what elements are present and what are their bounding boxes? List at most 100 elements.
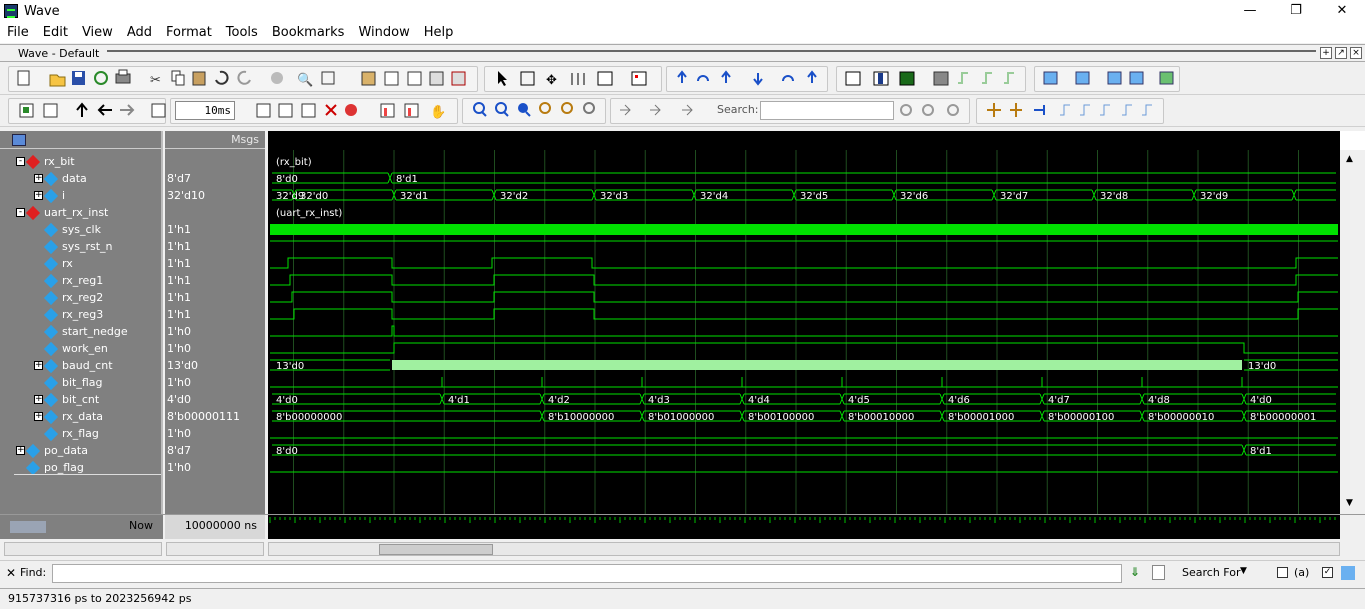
signal-row-rx-reg3[interactable]: rx_reg3 (0, 306, 161, 323)
run-all-icon[interactable] (301, 103, 316, 118)
drag-grip[interactable] (107, 50, 1316, 56)
menu-file[interactable]: File (0, 25, 36, 40)
compile-all-icon[interactable] (407, 71, 422, 86)
cursor-tool-1-icon[interactable] (1060, 104, 1070, 116)
cursor-tool-4-icon[interactable] (1122, 104, 1132, 116)
find-last-icon[interactable] (807, 70, 817, 83)
wave-format-2-icon[interactable] (873, 71, 889, 86)
wave-format-4-icon[interactable] (933, 71, 949, 86)
search-prev-icon[interactable] (900, 104, 912, 116)
search-input[interactable] (760, 101, 894, 120)
menu-format[interactable]: Format (159, 25, 219, 40)
menu-bookmarks[interactable]: Bookmarks (265, 25, 352, 40)
reload-icon[interactable] (94, 71, 108, 85)
expand-icon[interactable]: + (16, 446, 25, 455)
dock-icon[interactable]: + (1320, 47, 1332, 59)
maximize-button[interactable]: ❐ (1273, 0, 1319, 22)
break-sim-icon[interactable] (325, 104, 337, 116)
restart-icon[interactable] (429, 71, 444, 86)
step-into-icon[interactable] (380, 103, 395, 118)
zoom-in-icon[interactable] (473, 102, 487, 117)
search-next-icon[interactable] (922, 104, 934, 116)
signal-row-data[interactable]: + data (0, 170, 161, 187)
print-icon[interactable] (115, 69, 131, 84)
find-icon[interactable]: 🔍 (297, 71, 313, 88)
wave-hscroll[interactable] (268, 542, 1340, 556)
zoom-range-icon[interactable] (561, 102, 573, 114)
bookmark-edit-icon[interactable] (1107, 71, 1122, 85)
search-for-dropdown[interactable]: Search For (1182, 566, 1240, 579)
zoom-mode-icon[interactable] (520, 71, 535, 86)
run-length-icon[interactable] (151, 103, 166, 118)
compile-icon[interactable] (361, 71, 376, 86)
zoom-full-icon[interactable] (518, 103, 531, 117)
edit-mode-icon[interactable] (571, 73, 585, 85)
break-icon[interactable] (271, 72, 283, 84)
minimize-button[interactable]: — (1227, 0, 1273, 22)
signal-row-rx-data[interactable]: + rx_data (0, 408, 161, 425)
step-over-icon[interactable] (404, 103, 419, 118)
bookmark-goto-icon[interactable] (1159, 71, 1174, 85)
expand-icon[interactable]: + (34, 361, 43, 370)
find-options-icon[interactable] (1152, 565, 1165, 580)
signal-row-rx[interactable]: rx (0, 255, 161, 272)
signal-row-start-nedge[interactable]: start_nedge (0, 323, 161, 340)
wave-format-7-icon[interactable] (1004, 72, 1014, 84)
new-icon[interactable] (17, 70, 30, 86)
search-for-arrow-icon[interactable]: ▼ (1240, 566, 1247, 576)
zoom-last-icon[interactable] (583, 102, 595, 114)
bookmark-manage-icon[interactable] (1129, 71, 1144, 85)
find-down-icon[interactable]: ⇓ (1130, 565, 1140, 579)
stop-icon[interactable] (345, 104, 357, 116)
wave-hscroll-thumb[interactable] (379, 544, 493, 555)
find-scope-icon[interactable] (1341, 566, 1355, 580)
zoom-out-icon[interactable] (495, 102, 509, 117)
find-prev-icon[interactable] (753, 73, 763, 86)
signal-row-i[interactable]: + i (0, 187, 161, 204)
forward-arrow-icon[interactable] (120, 104, 135, 116)
signal-values-pane[interactable]: Msgs 8'd7 32'd10 1'h1 1'h1 1'h1 1'h1 1'h1 1'h1 1… (165, 131, 265, 514)
cursor-tool-2-icon[interactable] (1080, 104, 1090, 116)
menu-window[interactable]: Window (351, 25, 416, 40)
wave-format-1-icon[interactable] (845, 71, 861, 86)
names-hscroll[interactable] (4, 542, 162, 556)
match-case-checkbox[interactable] (1277, 567, 1288, 578)
add-cursor-icon[interactable] (987, 103, 1001, 117)
step-icon[interactable] (43, 103, 58, 118)
cursor-mode-icon[interactable]: ✥ (546, 73, 557, 88)
find-input[interactable] (52, 564, 1122, 583)
expand-icon[interactable]: + (34, 191, 43, 200)
run-icon[interactable] (256, 103, 271, 118)
vertical-scrollbar[interactable]: ▲ ▼ (1342, 150, 1365, 514)
probe-icon[interactable] (631, 71, 647, 86)
signal-row-work-en[interactable]: work_en (0, 340, 161, 357)
signal-row-rx-reg2[interactable]: rx_reg2 (0, 289, 161, 306)
save-icon[interactable] (72, 71, 85, 85)
stop-sim-icon[interactable] (451, 71, 466, 86)
simulate-icon[interactable] (384, 71, 399, 86)
signal-row-uart-rx-inst[interactable]: - uart_rx_inst (0, 204, 161, 221)
wave-format-5-icon[interactable] (958, 72, 968, 84)
signal-row-sys-rst-n[interactable]: sys_rst_n (0, 238, 161, 255)
close-pane-icon[interactable]: × (1350, 47, 1362, 59)
time-mode-icon[interactable] (682, 104, 693, 116)
wave-window-header[interactable]: Wave - Default + ↗ × (0, 44, 1365, 62)
collapse-icon[interactable]: - (16, 208, 25, 217)
insert-cursor-icon[interactable] (597, 71, 613, 86)
cursor-lock-icon[interactable] (1034, 105, 1045, 115)
hand-icon[interactable]: ✋ (430, 104, 446, 120)
expand-icon[interactable]: + (34, 395, 43, 404)
find-close-icon[interactable]: ✕ (6, 566, 16, 580)
copy-icon[interactable] (171, 70, 185, 86)
up-arrow-icon[interactable] (76, 102, 88, 117)
continue-icon[interactable] (278, 103, 293, 118)
signal-row-rx-bit[interactable]: - rx_bit (0, 153, 161, 170)
menu-tools[interactable]: Tools (219, 25, 265, 40)
next-edge-icon[interactable] (721, 70, 731, 83)
back-arrow-icon[interactable] (97, 104, 112, 116)
redo-icon[interactable] (237, 70, 251, 85)
cut-icon[interactable]: ✂ (150, 73, 161, 88)
cursor-tool-3-icon[interactable] (1100, 104, 1110, 116)
waveform-canvas[interactable]: (rx_bit) 8'd0 8'd1 32'd9 32'd0 32'd1 32'd2 32'd… (268, 131, 1340, 514)
signal-row-bit-cnt[interactable]: + bit_cnt (0, 391, 161, 408)
